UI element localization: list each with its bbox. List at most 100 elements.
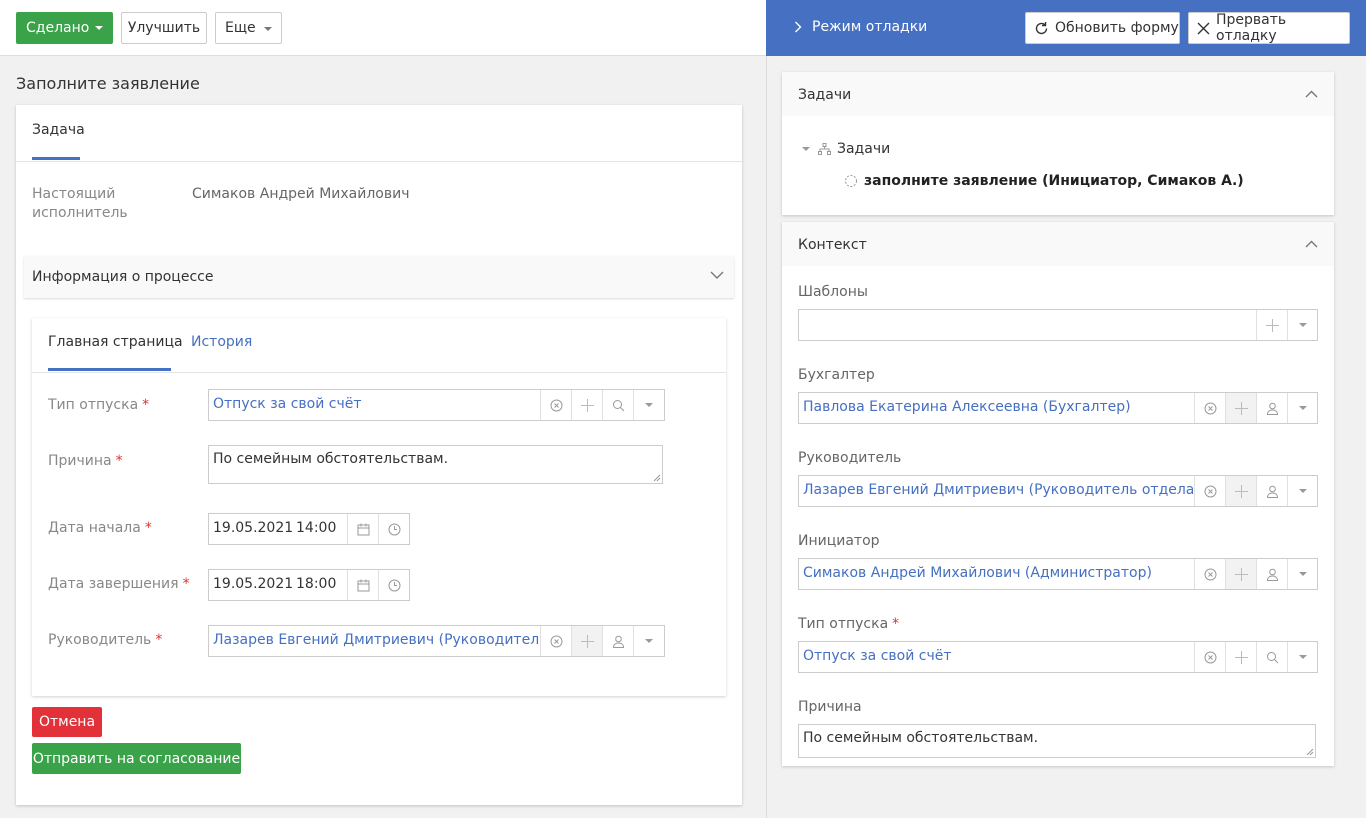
clock-icon[interactable] [378, 514, 409, 544]
clear-icon[interactable] [1194, 559, 1225, 589]
clear-icon[interactable] [1194, 393, 1225, 423]
tab-task[interactable]: Задача [32, 122, 85, 138]
context-reason-label: Причина [798, 699, 862, 715]
plus-icon[interactable] [1225, 559, 1256, 589]
plus-icon[interactable] [1225, 476, 1256, 506]
end-date-field[interactable]: 19.05.2021 18:00 [208, 569, 410, 601]
resize-grip-icon[interactable] [1306, 748, 1314, 756]
context-vacation-type-field[interactable]: Отпуск за свой счёт [798, 641, 1318, 673]
context-reason-value: По семейным обстоятельствам. [803, 730, 1039, 746]
reason-textarea[interactable]: По семейным обстоятельствам. [208, 445, 663, 484]
send-for-approval-button[interactable]: Отправить на согласование [32, 743, 241, 774]
end-date-value: 19.05.2021 [213, 576, 294, 592]
context-vacation-type-label-text: Тип отпуска [798, 616, 889, 632]
process-info-label: Информация о процессе [32, 269, 214, 285]
required-mark: * [182, 576, 190, 592]
debug-mode-title[interactable]: Режим отладки [812, 19, 927, 35]
divider [16, 161, 742, 162]
clear-icon[interactable] [1194, 642, 1225, 672]
start-date-value: 19.05.2021 [213, 520, 294, 536]
chevron-right-icon[interactable] [794, 21, 802, 33]
plus-icon[interactable] [1225, 393, 1256, 423]
accountant-field[interactable]: Павлова Екатерина Алексеевна (Бухгалтер) [798, 392, 1318, 424]
divider [32, 372, 726, 373]
process-info-panel[interactable]: Информация о процессе [24, 256, 734, 298]
tasks-card: Задачи Задачи заполните заявление (Иници… [782, 72, 1334, 215]
context-card-header[interactable]: Контекст [782, 222, 1334, 266]
reason-label: Причина * [48, 452, 123, 471]
chevron-down-icon[interactable] [633, 390, 664, 420]
plus-icon[interactable] [571, 626, 602, 656]
required-mark: * [892, 616, 900, 632]
chevron-up-icon[interactable] [1305, 90, 1318, 98]
clear-icon[interactable] [540, 390, 571, 420]
start-date-label-text: Дата начала [48, 520, 141, 536]
manager-label-text: Руководитель [48, 632, 152, 648]
tasks-card-title: Задачи [798, 87, 852, 103]
initiator-label: Инициатор [798, 533, 880, 549]
required-mark: * [115, 453, 123, 469]
refresh-form-label: Обновить форму [1055, 20, 1179, 36]
cancel-button[interactable]: Отмена [32, 707, 102, 737]
tree-root-node[interactable]: Задачи [802, 141, 890, 157]
calendar-icon[interactable] [347, 570, 378, 600]
vacation-type-field[interactable]: Отпуск за свой счёт [208, 389, 665, 421]
expand-caret-icon[interactable] [802, 147, 810, 151]
context-reason-textarea[interactable]: По семейным обстоятельствам. [798, 724, 1316, 758]
end-date-label: Дата завершения * [48, 575, 190, 594]
hierarchy-icon [818, 143, 831, 155]
chevron-down-icon[interactable] [1287, 642, 1318, 672]
tree-task-label: заполните заявление (Инициатор, Симаков … [864, 173, 1244, 189]
user-icon[interactable] [1256, 559, 1287, 589]
chevron-down-icon[interactable] [1287, 559, 1318, 589]
refresh-form-button[interactable]: Обновить форму [1025, 12, 1180, 44]
improve-button[interactable]: Улучшить [121, 12, 207, 44]
resize-grip-icon[interactable] [653, 474, 661, 482]
calendar-icon[interactable] [347, 514, 378, 544]
search-icon[interactable] [602, 390, 633, 420]
main-form-panel: Главная страница История Тип отпуска * От… [32, 318, 726, 696]
start-date-field[interactable]: 19.05.2021 14:00 [208, 513, 410, 545]
initiator-field[interactable]: Симаков Андрей Михайлович (Администратор… [798, 558, 1318, 590]
chevron-down-icon [264, 27, 272, 31]
chevron-down-icon[interactable] [633, 626, 664, 656]
required-mark: * [142, 397, 150, 413]
page-title: Заполните заявление [16, 74, 200, 93]
chevron-down-icon [710, 271, 724, 280]
performer-label: Настоящий исполнитель [32, 186, 128, 221]
user-icon[interactable] [602, 626, 633, 656]
more-button[interactable]: Еще [215, 12, 282, 44]
clear-icon[interactable] [540, 626, 571, 656]
user-icon[interactable] [1256, 476, 1287, 506]
tree-task-node[interactable]: заполните заявление (Инициатор, Симаков … [844, 173, 1244, 189]
chevron-down-icon[interactable] [1287, 476, 1318, 506]
clear-icon[interactable] [1194, 476, 1225, 506]
abort-debug-label: Прервать отладку [1216, 12, 1287, 44]
close-icon [1197, 22, 1210, 35]
manager-field[interactable]: Лазарев Евгений Дмитриевич (Руководитель… [208, 625, 665, 657]
context-manager-field[interactable]: Лазарев Евгений Дмитриевич (Руководитель… [798, 475, 1318, 507]
done-button[interactable]: Сделано [16, 12, 113, 44]
plus-icon[interactable] [1256, 310, 1287, 340]
plus-icon[interactable] [1225, 642, 1256, 672]
tasks-card-header[interactable]: Задачи [782, 72, 1334, 116]
chevron-down-icon[interactable] [1287, 393, 1318, 423]
templates-field[interactable] [798, 309, 1318, 341]
vacation-type-label-text: Тип отпуска [48, 397, 139, 413]
abort-debug-button[interactable]: Прервать отладку [1188, 12, 1350, 44]
chevron-up-icon[interactable] [1305, 240, 1318, 248]
accountant-label: Бухгалтер [798, 367, 875, 383]
search-icon[interactable] [1256, 642, 1287, 672]
refresh-icon [1034, 21, 1049, 36]
accountant-value: Павлова Екатерина Алексеевна (Бухгалтер) [803, 399, 1131, 415]
task-form-card: Задача Настоящий исполнитель Симаков Анд… [16, 105, 742, 805]
context-card-title: Контекст [798, 237, 867, 253]
plus-icon[interactable] [571, 390, 602, 420]
tab-main-page[interactable]: Главная страница [48, 334, 183, 350]
more-button-label: Еще [225, 20, 256, 36]
clock-icon[interactable] [378, 570, 409, 600]
user-icon[interactable] [1256, 393, 1287, 423]
chevron-down-icon[interactable] [1287, 310, 1318, 340]
tab-history[interactable]: История [191, 334, 252, 350]
manager-value: Лазарев Евгений Дмитриевич (Руководитель… [213, 632, 539, 648]
